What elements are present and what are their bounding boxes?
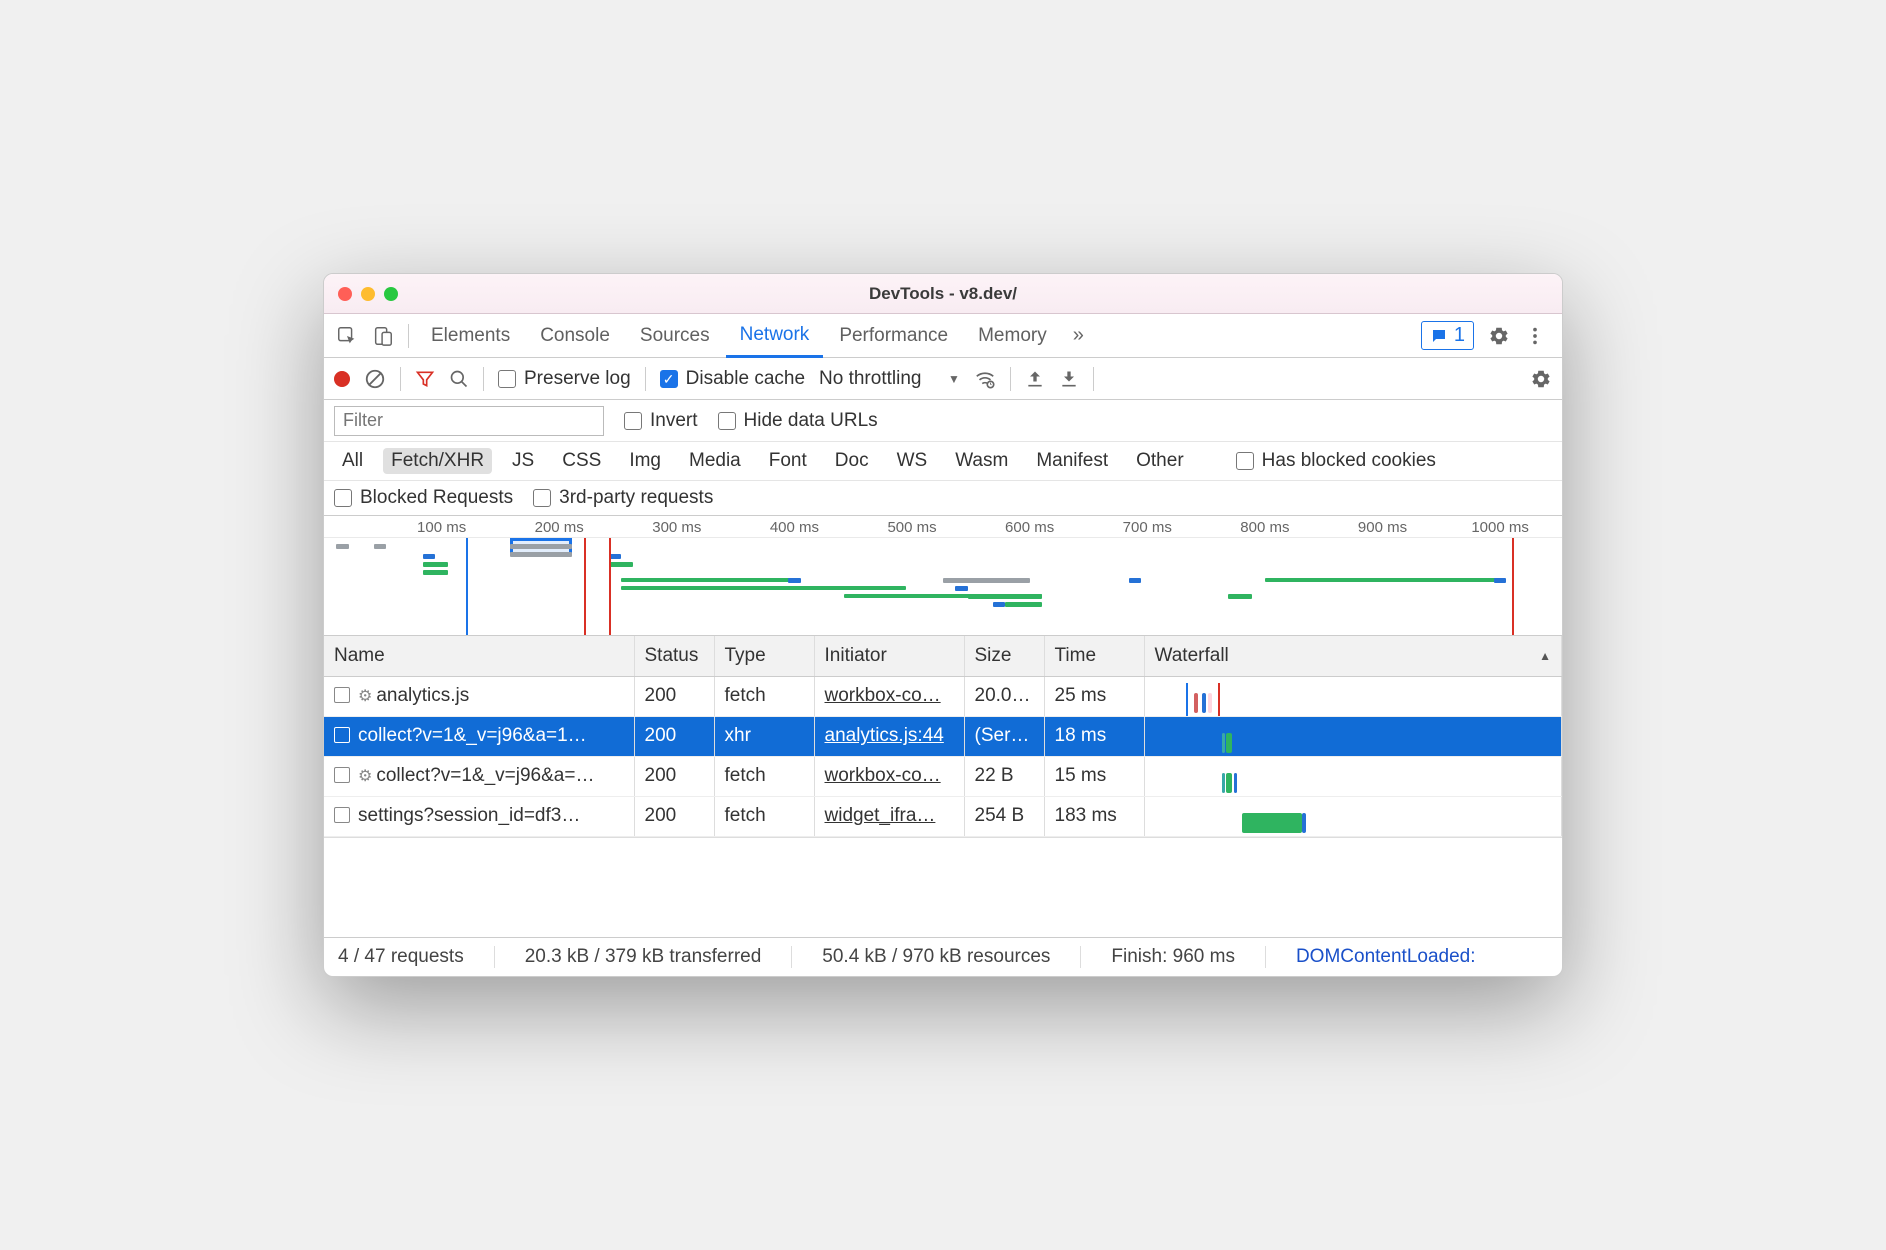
tabbar-separator [408, 324, 409, 348]
gear-icon: ⚙ [358, 688, 372, 705]
main-tabbar: Elements Console Sources Network Perform… [324, 314, 1562, 358]
status-resources: 50.4 kB / 970 kB resources [822, 946, 1050, 968]
type-wasm[interactable]: Wasm [947, 448, 1016, 474]
tab-performance[interactable]: Performance [825, 314, 962, 358]
disable-cache-checkbox[interactable]: Disable cache [660, 368, 805, 390]
gear-icon: ⚙ [358, 768, 372, 785]
more-options-icon[interactable] [1524, 325, 1546, 347]
blocked-requests-checkbox[interactable]: Blocked Requests [334, 487, 513, 509]
titlebar: DevTools - v8.dev/ [324, 274, 1562, 314]
throttling-select[interactable]: No throttling ▼ [819, 368, 960, 390]
initiator-link[interactable]: workbox-co… [825, 765, 941, 786]
table-row[interactable]: ⚙analytics.js 200 fetch workbox-co… 20.0… [324, 676, 1562, 716]
window-title: DevTools - v8.dev/ [324, 284, 1562, 304]
has-blocked-cookies-checkbox[interactable]: Has blocked cookies [1236, 450, 1436, 472]
traffic-lights [338, 287, 398, 301]
issues-count: 1 [1454, 324, 1465, 347]
clear-icon[interactable] [364, 368, 386, 390]
close-window-button[interactable] [338, 287, 352, 301]
row-checkbox[interactable] [334, 807, 350, 823]
hide-data-urls-checkbox[interactable]: Hide data URLs [718, 410, 878, 432]
preserve-log-checkbox[interactable]: Preserve log [498, 368, 631, 390]
table-header-row: Name Status Type Initiator Size Time Wat… [324, 636, 1562, 676]
initiator-link[interactable]: analytics.js:44 [825, 725, 944, 746]
network-settings-icon[interactable] [1530, 368, 1552, 390]
col-type[interactable]: Type [714, 636, 814, 676]
col-status[interactable]: Status [634, 636, 714, 676]
table-row[interactable]: collect?v=1&_v=j96&a=1… 200 xhr analytic… [324, 716, 1562, 756]
type-font[interactable]: Font [761, 448, 815, 474]
col-waterfall[interactable]: Waterfall▲ [1144, 636, 1562, 676]
zoom-window-button[interactable] [384, 287, 398, 301]
table-row[interactable]: ⚙collect?v=1&_v=j96&a=… 200 fetch workbo… [324, 756, 1562, 796]
upload-har-icon[interactable] [1025, 369, 1045, 389]
col-size[interactable]: Size [964, 636, 1044, 676]
filter-input[interactable] [334, 406, 604, 436]
row-checkbox[interactable] [334, 687, 350, 703]
type-ws[interactable]: WS [889, 448, 936, 474]
device-toolbar-icon[interactable] [366, 325, 400, 347]
tab-memory[interactable]: Memory [964, 314, 1061, 358]
resource-types-row: All Fetch/XHR JS CSS Img Media Font Doc … [324, 442, 1562, 481]
status-bar: 4 / 47 requests 20.3 kB / 379 kB transfe… [324, 937, 1562, 976]
row-checkbox[interactable] [334, 727, 350, 743]
col-name[interactable]: Name [324, 636, 634, 676]
type-media[interactable]: Media [681, 448, 749, 474]
type-manifest[interactable]: Manifest [1028, 448, 1116, 474]
tab-network[interactable]: Network [726, 314, 824, 358]
download-har-icon[interactable] [1059, 369, 1079, 389]
devtools-window: DevTools - v8.dev/ Elements Console Sour… [323, 273, 1563, 977]
issues-badge[interactable]: 1 [1421, 321, 1474, 350]
status-domcontentloaded: DOMContentLoaded: [1296, 946, 1476, 968]
requests-table: Name Status Type Initiator Size Time Wat… [324, 636, 1562, 837]
issues-icon [1430, 327, 1448, 345]
settings-icon[interactable] [1488, 325, 1510, 347]
invert-checkbox[interactable]: Invert [624, 410, 698, 432]
table-empty-area [324, 837, 1562, 937]
network-toolbar: Preserve log Disable cache No throttling… [324, 358, 1562, 400]
timeline-overview[interactable]: 100 ms 200 ms 300 ms 400 ms 500 ms 600 m… [324, 516, 1562, 636]
tab-sources[interactable]: Sources [626, 314, 724, 358]
search-icon[interactable] [449, 369, 469, 389]
col-initiator[interactable]: Initiator [814, 636, 964, 676]
filter-icon[interactable] [415, 369, 435, 389]
type-js[interactable]: JS [504, 448, 542, 474]
initiator-link[interactable]: widget_ifra… [825, 805, 936, 826]
type-all[interactable]: All [334, 448, 371, 474]
status-requests: 4 / 47 requests [338, 946, 464, 968]
filter-bar: Invert Hide data URLs [324, 400, 1562, 442]
more-tabs-button[interactable]: » [1063, 324, 1094, 347]
network-conditions-icon[interactable] [974, 368, 996, 390]
type-other[interactable]: Other [1128, 448, 1192, 474]
tab-elements[interactable]: Elements [417, 314, 524, 358]
third-party-checkbox[interactable]: 3rd-party requests [533, 487, 713, 509]
minimize-window-button[interactable] [361, 287, 375, 301]
col-time[interactable]: Time [1044, 636, 1144, 676]
type-fetch-xhr[interactable]: Fetch/XHR [383, 448, 492, 474]
status-transferred: 20.3 kB / 379 kB transferred [525, 946, 762, 968]
blocked-row: Blocked Requests 3rd-party requests [324, 481, 1562, 516]
inspect-element-icon[interactable] [330, 325, 364, 347]
type-img[interactable]: Img [621, 448, 669, 474]
status-finish: Finish: 960 ms [1111, 946, 1235, 968]
record-button[interactable] [334, 371, 350, 387]
tab-console[interactable]: Console [526, 314, 624, 358]
type-css[interactable]: CSS [554, 448, 609, 474]
initiator-link[interactable]: workbox-co… [825, 685, 941, 706]
type-doc[interactable]: Doc [827, 448, 877, 474]
row-checkbox[interactable] [334, 767, 350, 783]
table-row[interactable]: settings?session_id=df3… 200 fetch widge… [324, 796, 1562, 836]
